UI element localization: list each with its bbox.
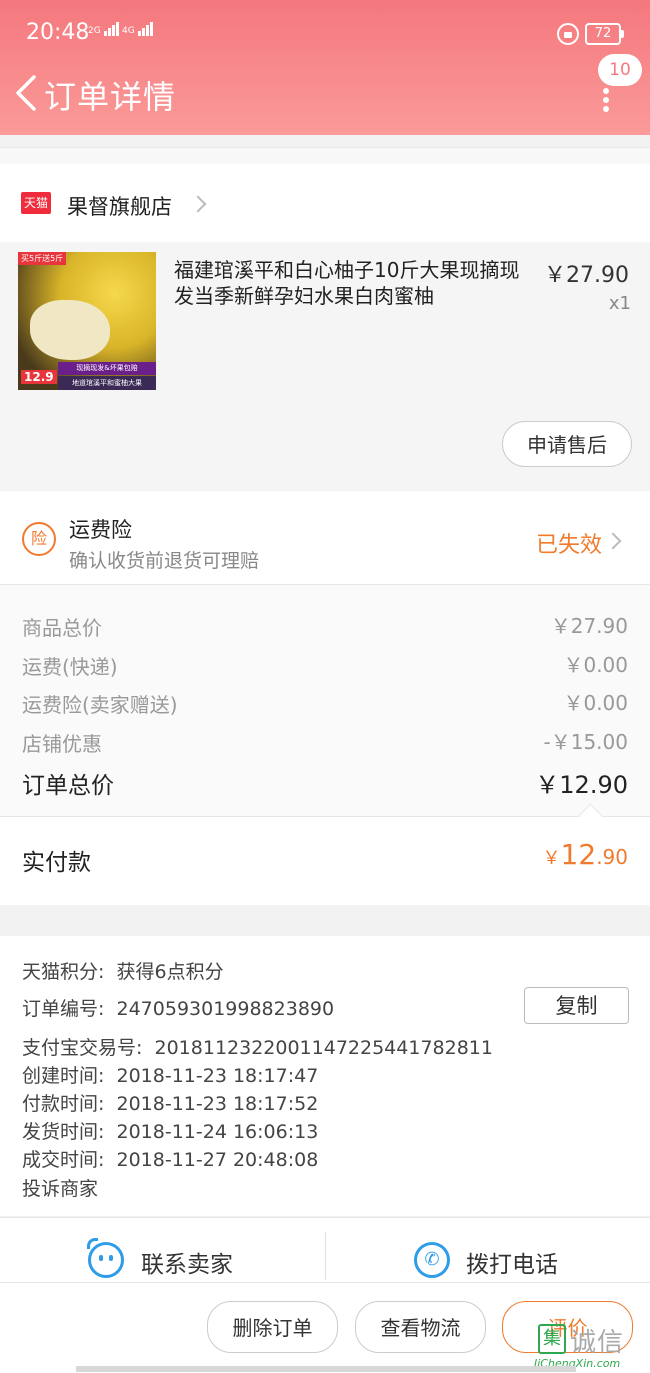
store-name[interactable]: 果督旗舰店 bbox=[67, 191, 172, 221]
product-thumbnail[interactable]: 买5斤送5斤 现摘现发&坏果包赔 地道琯溪平和蜜柚大果 12.9 bbox=[18, 252, 156, 390]
points-line: 天猫积分: 获得6点积分 bbox=[22, 961, 224, 983]
app-header: 20:48 2G 4G 72 订单详情 10 bbox=[0, 0, 650, 135]
insurance-icon: 险 bbox=[22, 522, 56, 556]
order-number-line: 订单编号: 247059301998823890 bbox=[22, 998, 335, 1020]
order-total-label: 订单总价 bbox=[22, 773, 114, 799]
home-indicator bbox=[76, 1366, 576, 1372]
product-title[interactable]: 福建琯溪平和白心柚子10斤大果现摘现发当季新鲜孕妇水果白肉蜜柚 bbox=[174, 257, 538, 309]
delete-order-button[interactable]: 删除订单 bbox=[207, 1301, 338, 1353]
cost-value: ￥0.00 bbox=[563, 691, 628, 715]
completed-time-line: 成交时间: 2018-11-27 20:48:08 bbox=[22, 1149, 319, 1171]
lock-icon bbox=[557, 23, 579, 45]
created-time-line: 创建时间: 2018-11-23 18:17:47 bbox=[22, 1065, 319, 1087]
shipped-time-line: 发货时间: 2018-11-24 16:06:13 bbox=[22, 1121, 319, 1143]
cost-value: ￥27.90 bbox=[550, 614, 628, 638]
contact-seller-button[interactable]: 联系卖家 bbox=[141, 1245, 233, 1279]
message-count-badge[interactable]: 10 bbox=[598, 54, 642, 86]
back-arrow-icon[interactable] bbox=[12, 73, 40, 113]
insurance-title: 运费险 bbox=[69, 518, 132, 542]
paid-label: 实付款 bbox=[22, 850, 91, 876]
watermark-logo: 集 诚信 JiChengXin.com bbox=[532, 1322, 650, 1372]
cost-label: 运费险(卖家赠送) bbox=[22, 693, 178, 717]
complain-link[interactable]: 投诉商家 bbox=[22, 1174, 98, 1201]
insurance-subtitle: 确认收货前退货可理赔 bbox=[69, 550, 260, 572]
view-logistics-button[interactable]: 查看物流 bbox=[355, 1301, 486, 1353]
product-price: ￥27.90 bbox=[544, 263, 629, 288]
copy-order-number-button[interactable]: 复制 bbox=[524, 987, 629, 1024]
cost-value: -￥15.00 bbox=[543, 730, 628, 754]
cost-label: 商品总价 bbox=[22, 616, 102, 640]
battery-icon: 72 bbox=[585, 23, 624, 45]
more-menu-icon[interactable] bbox=[601, 88, 611, 112]
phone-icon[interactable]: ✆ bbox=[414, 1242, 450, 1278]
call-phone-button[interactable]: 拨打电话 bbox=[466, 1245, 558, 1279]
paid-value: ￥12.90 bbox=[542, 838, 628, 871]
order-total-value: ￥12.90 bbox=[535, 771, 628, 799]
signal-4g-icon: 4G bbox=[122, 22, 154, 36]
status-time: 20:48 bbox=[26, 20, 90, 45]
cost-value: ￥0.00 bbox=[563, 653, 628, 677]
cost-label: 店铺优惠 bbox=[22, 732, 102, 756]
divider bbox=[325, 1232, 326, 1280]
insurance-status[interactable]: 已失效 bbox=[536, 527, 602, 559]
after-sale-button[interactable]: 申请售后 bbox=[502, 421, 632, 467]
page-title: 订单详情 bbox=[44, 78, 177, 116]
alipay-number-line: 支付宝交易号: 2018112322001147225441782811 bbox=[22, 1037, 493, 1059]
cost-label: 运费(快递) bbox=[22, 655, 118, 679]
signal-2g-icon: 2G bbox=[88, 22, 120, 36]
tmall-logo-icon: 天猫 bbox=[21, 192, 51, 214]
section-divider bbox=[0, 147, 650, 164]
product-quantity: x1 bbox=[608, 293, 631, 314]
chat-face-icon[interactable] bbox=[87, 1238, 124, 1278]
paid-time-line: 付款时间: 2018-11-23 18:17:52 bbox=[22, 1093, 319, 1115]
